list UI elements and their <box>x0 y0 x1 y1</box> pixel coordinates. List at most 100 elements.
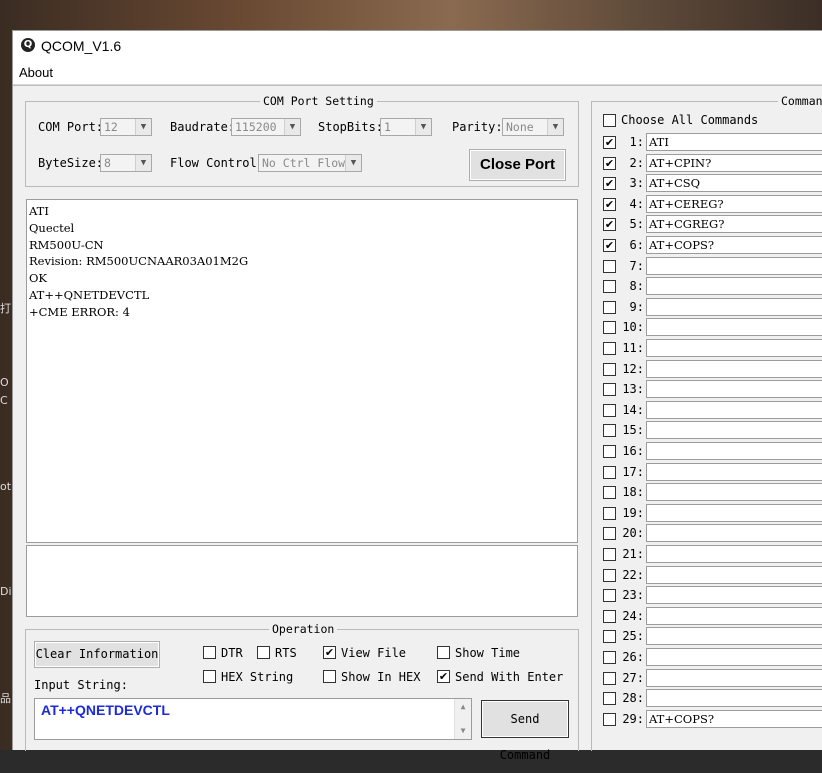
command-checkbox[interactable]: ✔ <box>603 239 616 252</box>
command-checkbox[interactable] <box>603 651 616 664</box>
command-input[interactable] <box>646 503 822 522</box>
command-number: 6: <box>629 238 644 252</box>
command-checkbox[interactable] <box>603 383 616 397</box>
command-checkbox[interactable] <box>603 424 616 438</box>
stopbits-label: StopBits: <box>318 120 384 134</box>
command-input[interactable] <box>646 462 822 481</box>
command-input[interactable] <box>646 565 822 584</box>
flow-control-value: No Ctrl Flow <box>262 156 346 170</box>
command-checkbox[interactable] <box>603 280 616 294</box>
show-in-hex-checkbox[interactable] <box>323 670 336 683</box>
view-file-checkbox[interactable]: ✔ <box>323 646 336 659</box>
command-input[interactable] <box>646 524 822 543</box>
command-input[interactable] <box>646 297 822 316</box>
command-row: 13: <box>592 379 822 399</box>
command-row: 20: <box>592 523 822 543</box>
command-checkbox[interactable] <box>603 630 616 644</box>
clear-information-button[interactable]: Clear Information <box>34 641 160 668</box>
flow-control-select[interactable]: No Ctrl Flow ▼ <box>258 154 362 172</box>
command-checkbox[interactable] <box>603 486 616 500</box>
command-checkbox[interactable] <box>603 692 616 706</box>
command-input[interactable] <box>646 380 822 399</box>
command-input[interactable]: AT+CSQ <box>646 174 822 193</box>
hex-string-checkbox[interactable] <box>203 670 216 683</box>
command-number: 29: <box>622 711 644 726</box>
command-checkbox[interactable] <box>603 589 616 603</box>
command-checkbox[interactable] <box>603 342 616 355</box>
command-input[interactable] <box>646 627 822 646</box>
command-number: 2: <box>629 155 644 170</box>
command-checkbox[interactable]: ✔ <box>603 156 616 170</box>
input-scrollbar[interactable]: ▲ ▼ <box>454 699 471 739</box>
command-input[interactable]: AT+COPS? <box>646 709 822 728</box>
command-input[interactable]: AT+COPS? <box>646 236 822 254</box>
send-with-enter-checkbox[interactable]: ✔ <box>437 670 450 683</box>
scroll-down-icon[interactable]: ▼ <box>455 723 471 739</box>
scroll-up-icon[interactable]: ▲ <box>455 699 471 715</box>
command-checkbox[interactable] <box>603 321 616 335</box>
command-checkbox[interactable]: ✔ <box>603 197 616 211</box>
command-number: 23: <box>622 588 644 603</box>
command-checkbox[interactable] <box>603 259 616 273</box>
command-input[interactable]: AT+CGREG? <box>646 215 822 234</box>
command-checkbox[interactable] <box>603 445 616 458</box>
command-checkbox[interactable] <box>603 609 616 623</box>
log-line: ATI <box>29 204 49 218</box>
command-input[interactable] <box>646 442 822 460</box>
secondary-text-area[interactable] <box>26 545 578 617</box>
command-checkbox[interactable] <box>603 568 616 582</box>
command-input[interactable] <box>646 668 822 687</box>
command-input[interactable] <box>646 339 822 357</box>
command-input[interactable] <box>646 606 822 625</box>
send-command-button[interactable]: Send Command <box>481 700 569 762</box>
bytesize-value: 8 <box>104 156 111 170</box>
command-input[interactable] <box>646 421 822 440</box>
command-row: 14: <box>592 400 822 420</box>
parity-select[interactable]: None ▼ <box>502 118 564 136</box>
command-input[interactable] <box>646 318 822 337</box>
command-input[interactable] <box>646 648 822 666</box>
command-checkbox[interactable] <box>603 671 616 685</box>
command-input[interactable] <box>646 256 822 275</box>
command-input[interactable]: AT+CPIN? <box>646 153 822 172</box>
command-checkbox[interactable] <box>603 506 616 520</box>
menu-about[interactable]: About <box>19 65 53 80</box>
close-port-button[interactable]: Close Port <box>469 149 566 181</box>
command-checkbox[interactable] <box>603 300 616 314</box>
bytesize-select[interactable]: 8 ▼ <box>100 154 152 172</box>
command-checkbox[interactable] <box>603 403 616 417</box>
command-input[interactable] <box>646 277 822 296</box>
command-row: ✔ 5: AT+CGREG? <box>592 214 822 234</box>
receive-log-area[interactable]: ATI Quectel RM500U-CN Revision: RM500UCNAAR… <box>26 199 578 543</box>
command-input[interactable]: ATI <box>646 133 822 151</box>
command-checkbox[interactable] <box>603 465 616 479</box>
show-time-checkbox[interactable] <box>437 646 450 659</box>
dtr-checkbox[interactable] <box>203 646 216 659</box>
baudrate-select[interactable]: 115200 ▼ <box>231 118 301 136</box>
command-input[interactable] <box>646 400 822 419</box>
command-checkbox[interactable] <box>603 362 616 376</box>
choose-all-commands-checkbox[interactable] <box>603 114 616 127</box>
command-row: 12: <box>592 359 822 379</box>
command-checkbox[interactable] <box>603 548 616 561</box>
command-input[interactable] <box>646 586 822 605</box>
command-checkbox[interactable]: ✔ <box>603 177 616 191</box>
command-input[interactable] <box>646 359 822 378</box>
command-input[interactable] <box>646 545 822 563</box>
command-number: 22: <box>622 567 644 582</box>
command-checkbox[interactable] <box>603 527 616 541</box>
command-input[interactable] <box>646 689 822 708</box>
command-number: 5: <box>629 217 644 232</box>
command-checkbox[interactable]: ✔ <box>603 136 616 149</box>
command-input[interactable]: AT+CEREG? <box>646 194 822 213</box>
desktop-icon-label: 打 <box>0 302 11 315</box>
title-bar[interactable]: Q QCOM_V1.6 <box>13 31 822 61</box>
command-checkbox[interactable] <box>603 712 616 726</box>
command-checkbox[interactable]: ✔ <box>603 218 616 232</box>
chevron-down-icon: ▼ <box>547 119 563 135</box>
com-port-select[interactable]: 12 ▼ <box>100 118 152 136</box>
command-input[interactable] <box>646 483 822 502</box>
input-string-field[interactable]: AT++QNETDEVCTL ▲ ▼ <box>34 698 472 740</box>
rts-checkbox[interactable] <box>257 646 270 659</box>
stopbits-select[interactable]: 1 ▼ <box>380 118 432 136</box>
